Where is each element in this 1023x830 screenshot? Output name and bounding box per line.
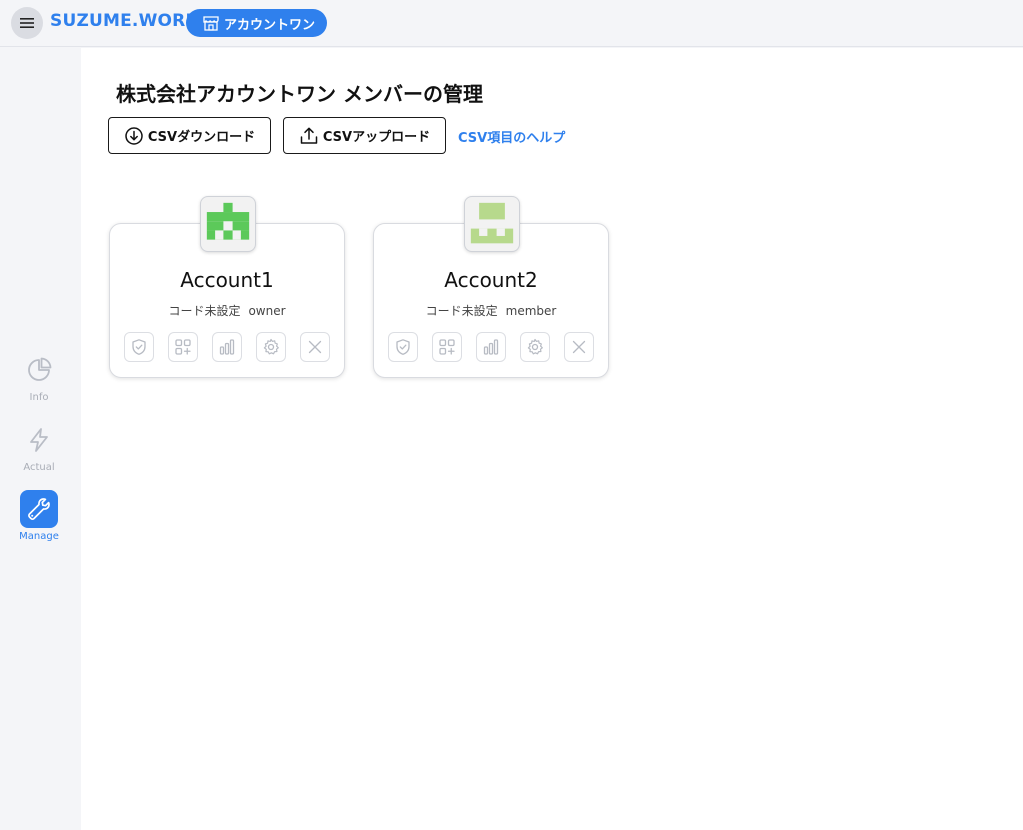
menu-button[interactable] — [11, 7, 43, 39]
apps-add-icon — [439, 339, 455, 355]
brand-logo[interactable]: SUZUME.WORK — [50, 11, 199, 31]
avatar — [464, 196, 520, 252]
member-code: コード未設定 — [425, 304, 498, 318]
upload-icon — [300, 127, 318, 144]
csv-download-label: CSVダウンロード — [147, 130, 256, 145]
member-card: Account1 コード未設定 owner — [109, 196, 345, 378]
main-content: 株式会社アカウントワン メンバーの管理 CSVダウンロード CSVアップロード … — [81, 48, 1023, 830]
member-actions — [124, 332, 330, 362]
csv-download-button[interactable]: CSVダウンロード — [108, 117, 271, 154]
settings-button[interactable] — [256, 332, 286, 362]
member-role: owner — [248, 304, 286, 318]
member-name: Account2 — [444, 268, 538, 292]
sidebar-item-manage[interactable]: Manage — [0, 490, 78, 542]
shield-check-icon — [396, 339, 410, 355]
gear-icon — [263, 338, 279, 355]
apps-button[interactable] — [432, 332, 462, 362]
stats-button[interactable] — [212, 332, 242, 362]
pie-chart-icon — [28, 357, 52, 381]
sidebar-item-actual[interactable]: Actual — [0, 421, 78, 473]
sidebar-item-label: Info — [29, 392, 49, 403]
download-icon — [125, 126, 143, 145]
member-code: コード未設定 — [168, 304, 241, 318]
identicon-icon — [469, 201, 515, 247]
sidebar: Info Actual Manage — [0, 48, 81, 830]
sidebar-icon-wrap — [20, 490, 58, 528]
page-title: 株式会社アカウントワン メンバーの管理 — [116, 82, 483, 106]
remove-member-button[interactable] — [564, 332, 594, 362]
settings-button[interactable] — [520, 332, 550, 362]
wrench-icon — [28, 498, 50, 520]
sidebar-item-label: Manage — [19, 531, 59, 542]
sidebar-icon-wrap — [20, 421, 58, 459]
permission-button[interactable] — [388, 332, 418, 362]
stats-button[interactable] — [476, 332, 506, 362]
account-switcher-button[interactable]: アカウントワン — [186, 9, 328, 37]
store-icon — [203, 16, 219, 31]
member-actions — [388, 332, 594, 362]
csv-help-link[interactable]: CSV項目のヘルプ — [458, 127, 565, 146]
member-card: Account2 コード未設定 member — [373, 196, 609, 378]
remove-member-button[interactable] — [300, 332, 330, 362]
permission-button[interactable] — [124, 332, 154, 362]
csv-upload-button[interactable]: CSVアップロード — [283, 117, 446, 154]
member-meta: コード未設定 owner — [110, 302, 344, 319]
member-meta: コード未設定 member — [374, 302, 608, 319]
lightning-icon — [30, 428, 48, 452]
sidebar-item-info[interactable]: Info — [0, 351, 78, 403]
shield-check-icon — [132, 339, 146, 355]
apps-add-icon — [175, 339, 191, 355]
gear-icon — [527, 338, 543, 355]
avatar — [200, 196, 256, 252]
member-role: member — [505, 304, 557, 318]
sidebar-item-label: Actual — [23, 462, 55, 473]
hamburger-icon — [20, 18, 34, 28]
apps-button[interactable] — [168, 332, 198, 362]
bar-chart-icon — [219, 339, 235, 355]
account-name-label: アカウントワン — [224, 17, 316, 33]
bar-chart-icon — [483, 339, 499, 355]
member-name: Account1 — [180, 268, 274, 292]
identicon-icon — [205, 201, 251, 247]
csv-upload-label: CSVアップロード — [322, 130, 431, 145]
sidebar-icon-wrap — [20, 351, 58, 389]
close-icon — [308, 340, 322, 354]
top-bar: SUZUME.WORK アカウントワン — [0, 0, 1023, 47]
close-icon — [572, 340, 586, 354]
